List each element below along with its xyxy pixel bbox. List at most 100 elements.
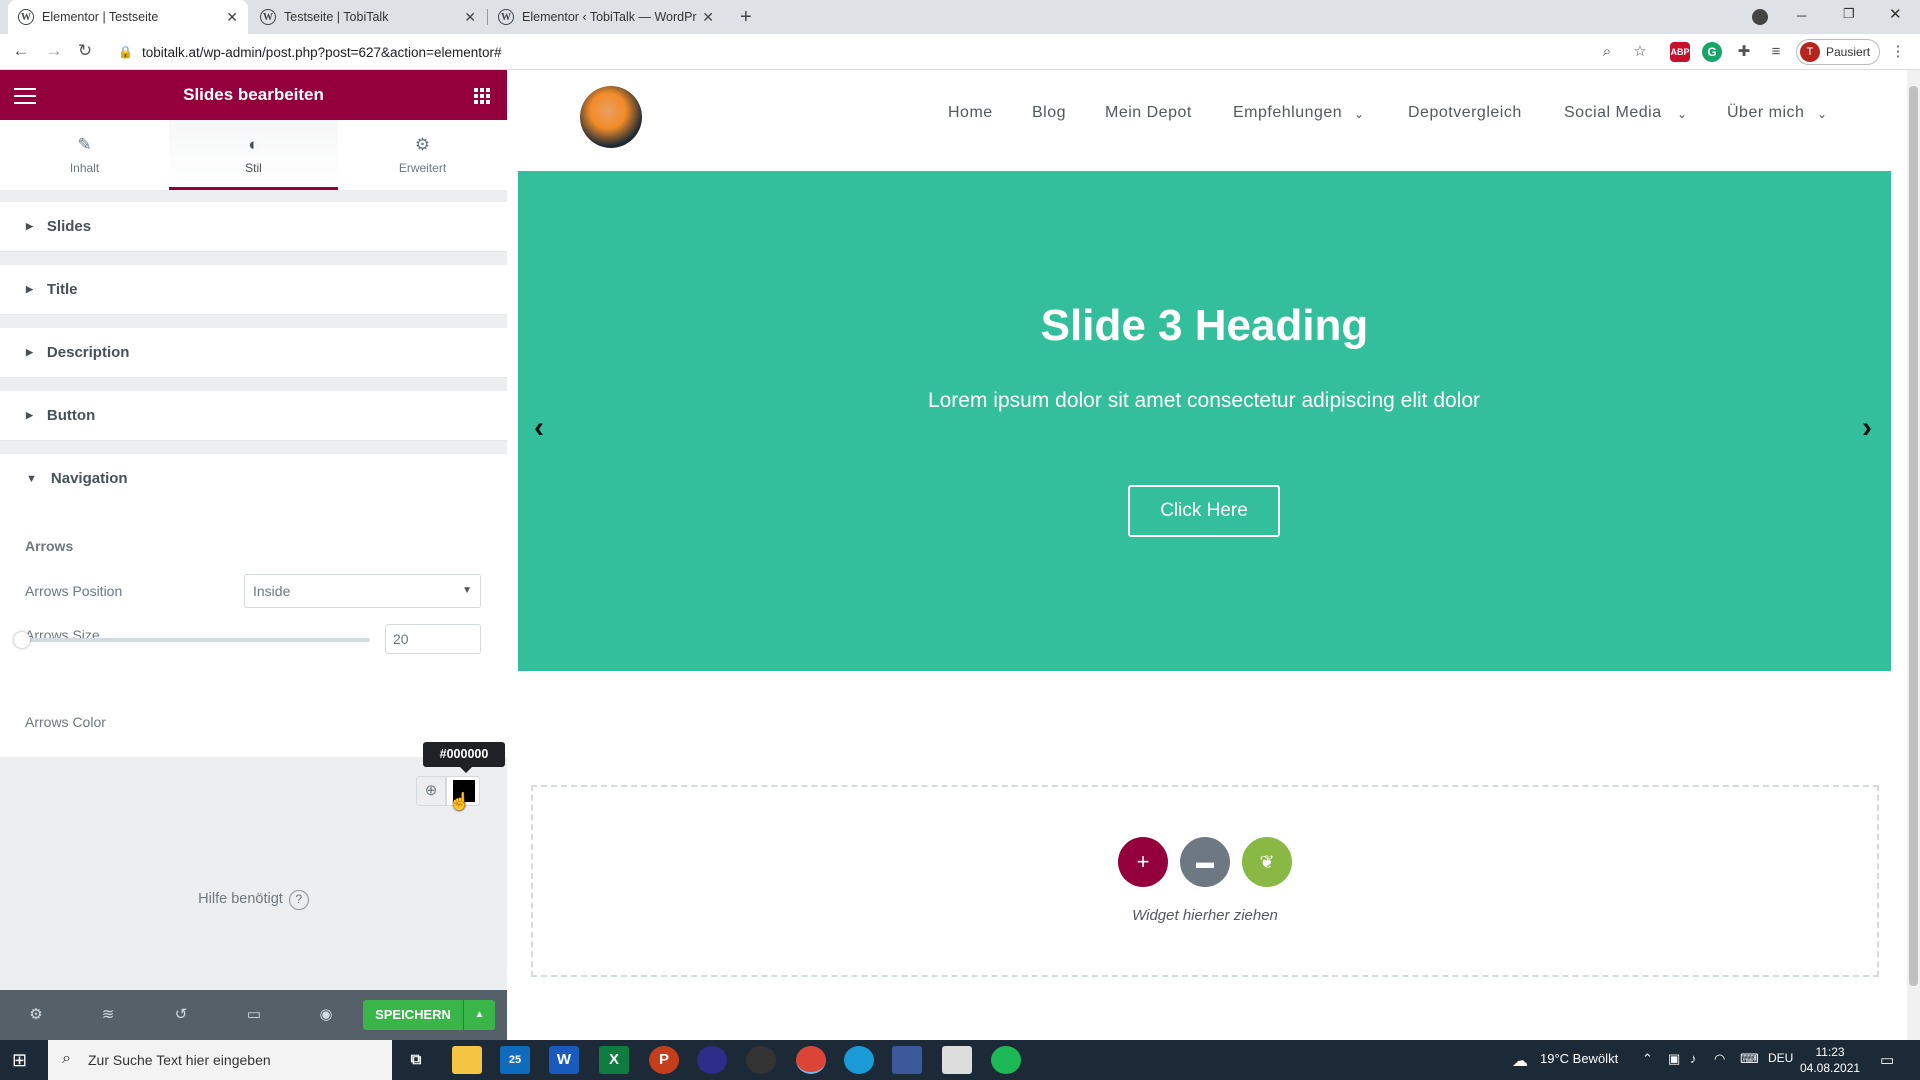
menu-item-social-media[interactable]: Social Media (1564, 104, 1662, 122)
menu-item-mein-depot[interactable]: Mein Depot (1105, 104, 1192, 122)
widgets-grid-icon[interactable] (474, 88, 490, 104)
star-icon[interactable]: ☆ (1630, 42, 1650, 62)
word-icon[interactable]: W (549, 1046, 579, 1074)
meet-icon[interactable]: ▣ (1668, 1051, 1680, 1067)
leaf-icon: ❦ (1259, 852, 1275, 872)
menu-item-empfehlungen[interactable]: Empfehlungen (1233, 104, 1342, 122)
caret-up-icon: ▲ (474, 1009, 485, 1020)
menu-item-home[interactable]: Home (948, 104, 993, 122)
caret-right-icon: ▶ (26, 284, 33, 294)
question-icon: ? (288, 890, 309, 910)
wifi-icon[interactable]: ◠ (1714, 1051, 1725, 1067)
windows-start-icon[interactable]: ⊞ (12, 1050, 27, 1071)
menu-item-ueber-mich[interactable]: Über mich (1727, 104, 1804, 122)
tab-search-icon[interactable] (1752, 9, 1768, 25)
excel-icon[interactable]: X (599, 1046, 629, 1074)
notepad-icon[interactable] (942, 1046, 972, 1074)
reload-icon[interactable]: ↻ (74, 41, 96, 61)
history-icon[interactable]: ↺ (170, 1005, 192, 1023)
taskbar-search[interactable]: ⌕ Zur Suche Text hier eingeben (48, 1040, 392, 1080)
global-colors-icon[interactable]: ⊕ (416, 776, 446, 806)
site-preview: Home Blog Mein Depot Empfehlungen ⌄ Depo… (507, 70, 1907, 1040)
chevron-down-icon: ▼ (462, 585, 472, 596)
save-button[interactable]: SPEICHERN (363, 1000, 463, 1030)
profile-button[interactable]: T Pausiert (1796, 39, 1880, 65)
browser-tab[interactable]: W Elementor | Testseite ✕ (8, 0, 248, 34)
tab-erweitert[interactable]: ⚙ Erweitert (338, 120, 507, 190)
url-field[interactable]: tobitalk.at/wp-admin/post.php?post=627&a… (142, 40, 1642, 64)
clock[interactable]: 11:23 04.08.2021 (1800, 1044, 1860, 1076)
help-link[interactable]: Hilfe benötigt? (0, 890, 507, 910)
site-logo[interactable] (580, 86, 642, 148)
section-title[interactable]: ▶ Title (0, 265, 507, 315)
save-options-button[interactable]: ▲ (464, 1000, 495, 1030)
tab-stil[interactable]: ◐ Stil (169, 120, 338, 190)
menu-item-blog[interactable]: Blog (1032, 104, 1066, 122)
app-icon[interactable] (892, 1046, 922, 1074)
section-navigation[interactable]: ▼ Navigation (0, 454, 507, 504)
next-arrow-icon[interactable]: › (1862, 411, 1872, 445)
section-button[interactable]: ▶ Button (0, 391, 507, 441)
envato-kit-button[interactable]: ❦ (1242, 837, 1292, 887)
back-icon[interactable]: ← (10, 41, 32, 61)
close-tab-icon[interactable]: ✕ (464, 9, 476, 26)
extensions-icon[interactable]: ✚ (1734, 42, 1754, 62)
close-tab-icon[interactable]: ✕ (702, 9, 714, 26)
window-close-icon[interactable]: ✕ (1889, 5, 1902, 23)
select-value: Inside (253, 583, 291, 599)
notifications-icon[interactable]: ▭ (1880, 1051, 1894, 1069)
browser-tab[interactable]: W Elementor ‹ TobiTalk — WordPre ✕ (488, 0, 724, 34)
forward-icon[interactable]: → (43, 41, 65, 61)
section-description[interactable]: ▶ Description (0, 328, 507, 378)
previous-arrow-icon[interactable]: ‹ (534, 411, 544, 445)
zoom-icon[interactable]: ⌕ (1597, 42, 1617, 62)
adblock-icon[interactable]: ABP (1670, 42, 1690, 62)
spotify-icon[interactable] (991, 1046, 1021, 1074)
maximize-icon[interactable]: ❐ (1843, 6, 1855, 22)
avatar: T (1800, 42, 1820, 62)
arrows-size-input[interactable]: 20 (385, 624, 481, 654)
tab-label: Inhalt (69, 161, 100, 175)
page-scrollbar[interactable] (1907, 70, 1920, 1040)
preview-eye-icon[interactable]: ◉ (315, 1005, 337, 1023)
keyboard-icon[interactable]: ⌨ (1740, 1051, 1759, 1067)
add-section-button[interactable]: + (1118, 837, 1168, 887)
settings-icon[interactable]: ⚙ (25, 1005, 47, 1023)
navigator-icon[interactable]: ≋ (97, 1005, 119, 1023)
edge-icon[interactable] (844, 1046, 874, 1074)
task-view-icon[interactable]: ⧉ (401, 1046, 431, 1074)
weather-text[interactable]: 19°C Bewölkt (1540, 1051, 1618, 1066)
obs-icon[interactable] (746, 1046, 776, 1074)
new-tab-button[interactable]: + (730, 0, 762, 34)
file-explorer-icon[interactable] (452, 1046, 482, 1074)
section-slides[interactable]: ▶ Slides (0, 202, 507, 252)
volume-icon[interactable]: ♪ (1690, 1051, 1697, 1066)
add-template-button[interactable]: ▬ (1180, 837, 1230, 887)
arrows-position-select[interactable]: Inside ▼ (244, 574, 481, 608)
dropzone-text: Widget hierher ziehen (1132, 907, 1278, 924)
caret-right-icon: ▶ (26, 221, 33, 231)
tab-inhalt[interactable]: ✎ Inhalt (0, 120, 169, 190)
tray-expand-icon[interactable]: ⌃ (1642, 1051, 1653, 1067)
responsive-icon[interactable]: ▭ (243, 1005, 265, 1023)
slider-handle[interactable] (14, 632, 30, 648)
slide-button[interactable]: Click Here (1128, 485, 1280, 537)
chrome-icon[interactable] (796, 1046, 826, 1074)
browser-tab[interactable]: W Testseite | TobiTalk ✕ (250, 0, 486, 34)
menu-item-depotvergleich[interactable]: Depotvergleich (1408, 104, 1522, 122)
gear-icon: ⚙ (414, 135, 431, 154)
mail-icon[interactable]: 25 (500, 1046, 530, 1074)
scrollbar-thumb[interactable] (1909, 86, 1918, 986)
language-indicator[interactable]: DEU (1768, 1051, 1793, 1065)
arrows-size-slider[interactable] (25, 638, 370, 642)
close-tab-icon[interactable]: ✕ (226, 9, 238, 26)
slides-widget[interactable]: Slide 3 Heading Lorem ipsum dolor sit am… (518, 171, 1891, 671)
grammarly-icon[interactable]: G (1702, 42, 1722, 62)
more-icon[interactable]: ⋮ (1888, 42, 1908, 62)
minimize-icon[interactable]: ─ (1797, 8, 1806, 23)
powerpoint-icon[interactable]: P (649, 1046, 679, 1074)
widget-dropzone[interactable]: + ▬ ❦ Widget hierher ziehen (531, 785, 1879, 977)
profile-label: Pausiert (1826, 45, 1871, 59)
reading-list-icon[interactable]: ≡ (1766, 42, 1786, 62)
app-icon[interactable] (697, 1046, 727, 1074)
